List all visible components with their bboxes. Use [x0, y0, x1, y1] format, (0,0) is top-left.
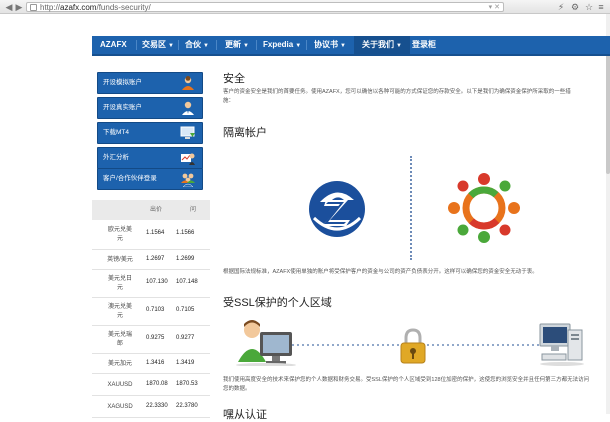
- ask-value: 1.1566: [176, 230, 195, 236]
- pair-name: 美元兑日元: [107, 276, 132, 291]
- rates-table-header: 出价 问: [92, 200, 210, 220]
- table-row: 欧元兑美元 1.1564 1.1566: [92, 220, 210, 250]
- pair-name: 美元兑瑞郎: [107, 332, 132, 347]
- page-icon: [30, 4, 37, 11]
- table-row: 英镑/美元 1.2697 1.2699: [92, 250, 210, 270]
- user-add-icon: [182, 76, 194, 90]
- server-computer-image: [539, 323, 584, 366]
- azafx-logo-image: [309, 181, 365, 237]
- bid-value: 1.2697: [146, 256, 165, 262]
- table-row: 澳元兑美元 0.7103 0.7105: [92, 298, 210, 326]
- column-header-bid: 出价: [150, 207, 163, 213]
- column-header-ask: 问: [190, 207, 197, 213]
- user-icon: [182, 101, 194, 115]
- ask-value: 1870.53: [176, 381, 198, 387]
- segregated-paragraph: 根据国际法规标准，AZAFX使用单独的账户将受保护客户的资金与公司的资产负债表分…: [223, 269, 538, 275]
- sidebar-open-demo-account[interactable]: 开设模拟账户: [97, 72, 203, 94]
- menu-icon[interactable]: ≡: [596, 2, 606, 12]
- pair-name: 澳元兑美元: [107, 304, 132, 319]
- ask-value: 1.3419: [176, 360, 195, 366]
- nav-item-trading[interactable]: 交易区 ▼: [142, 36, 174, 54]
- sidebar-button-label: 开设真实账户: [103, 104, 142, 111]
- pair-name: XAUUSD: [107, 382, 133, 388]
- ask-value: 0.9277: [176, 335, 195, 341]
- rates-table: 出价 问 欧元兑美元 1.1564 1.1566 英镑/美元 1.2697 1.…: [92, 200, 210, 418]
- nav-item-login[interactable]: 登录柜: [412, 36, 436, 54]
- people-circle-image: [448, 173, 520, 243]
- main-nav: AZAFX 交易区 ▼ 合伙 ▼ 更新 ▼ Fxpedia ▼ 协议书 ▼ 关于我们 ▼ 登…: [92, 36, 610, 56]
- table-row: XAGUSD 22.3330 22.3780: [92, 396, 210, 418]
- bid-value: 107.130: [146, 279, 168, 285]
- nav-item-fxpedia[interactable]: Fxpedia ▼: [263, 36, 301, 54]
- group-login-icon: [181, 173, 195, 187]
- section-title-next: 嘿从认证: [223, 409, 267, 421]
- intro-paragraph: 客户的资金安全是我们的首要任务。使用AZAFX，您可以确信以各种可能的方式保证您…: [223, 89, 571, 104]
- bid-value: 1.1564: [146, 230, 165, 236]
- nav-item-agreements[interactable]: 协议书 ▼: [314, 36, 346, 54]
- address-bar[interactable]: http://azafx.com/funds-security/ ▾ ✕: [26, 2, 504, 12]
- padlock-icon: [400, 328, 426, 364]
- bid-value: 0.9275: [146, 335, 165, 341]
- sidebar-button-label: 外汇分析: [103, 154, 129, 161]
- sidebar-client-partner-login[interactable]: 客户/合作伙伴登录: [97, 168, 203, 190]
- nav-item-about[interactable]: 关于我们 ▼: [354, 36, 410, 54]
- pair-name: 英镑/美元: [107, 257, 133, 263]
- bid-value: 0.7103: [146, 307, 165, 313]
- download-computer-icon: [180, 126, 195, 139]
- pair-name: XAGUSD: [107, 404, 133, 410]
- browser-toolbar: ◀ ▶ http://azafx.com/funds-security/ ▾ ✕…: [0, 0, 610, 14]
- forward-icon[interactable]: ▶: [14, 2, 24, 12]
- sidebar-open-real-account[interactable]: 开设真实账户: [97, 97, 203, 119]
- ask-value: 107.148: [176, 279, 198, 285]
- ssl-paragraph: 我们使用高度安全的技术来保护您的个人数据和财务交易。受SSL保护的个人区域受到1…: [223, 377, 590, 392]
- url-text: http://azafx.com/funds-security/: [40, 3, 151, 12]
- table-row: 美元兑日元 107.130 107.148: [92, 270, 210, 298]
- page-scrollbar[interactable]: [606, 14, 610, 414]
- settings-icon[interactable]: ⚙: [570, 2, 580, 12]
- url-dropdown-icon[interactable]: ▾ ✕: [489, 3, 500, 12]
- back-icon[interactable]: ◀: [4, 2, 14, 12]
- sidebar-download-mt4[interactable]: 下载MT4: [97, 122, 203, 144]
- bid-value: 1870.08: [146, 381, 168, 387]
- table-row: 美元兑瑞郎 0.9275 0.9277: [92, 326, 210, 354]
- ask-value: 22.3780: [176, 403, 198, 409]
- section-title-ssl: 受SSL保护的个人区域: [223, 297, 332, 309]
- scrollbar-thumb[interactable]: [606, 54, 610, 174]
- bid-value: 1.3416: [146, 360, 165, 366]
- sidebar-button-label: 下载MT4: [103, 129, 129, 136]
- bookmark-star-icon[interactable]: ☆: [584, 2, 594, 12]
- extension-icon[interactable]: ⚡: [556, 2, 566, 12]
- nav-item-updates[interactable]: 更新 ▼: [225, 36, 249, 54]
- ask-value: 1.2699: [176, 256, 195, 262]
- page-title: 安全: [223, 73, 245, 85]
- pair-name: 欧元兑美元: [107, 227, 132, 242]
- divider-dotted: [410, 156, 412, 260]
- sidebar-button-label: 开设模拟账户: [103, 79, 142, 86]
- ask-value: 0.7105: [176, 307, 195, 313]
- sidebar-forex-analysis[interactable]: 外汇分析: [97, 147, 203, 169]
- nav-item-partnership[interactable]: 合伙 ▼: [185, 36, 209, 54]
- nav-logo-azafx[interactable]: AZAFX: [100, 36, 127, 54]
- sidebar-button-label: 客户/合作伙伴登录: [103, 175, 157, 182]
- section-title-segregated: 隔离帐户: [223, 127, 267, 139]
- analysis-icon: [181, 153, 195, 165]
- bid-value: 22.3330: [146, 403, 168, 409]
- table-row: 美元加元 1.3416 1.3419: [92, 354, 210, 374]
- user-at-computer-image: [236, 320, 296, 366]
- table-row: XAUUSD 1870.08 1870.53: [92, 374, 210, 396]
- pair-name: 美元加元: [107, 361, 132, 367]
